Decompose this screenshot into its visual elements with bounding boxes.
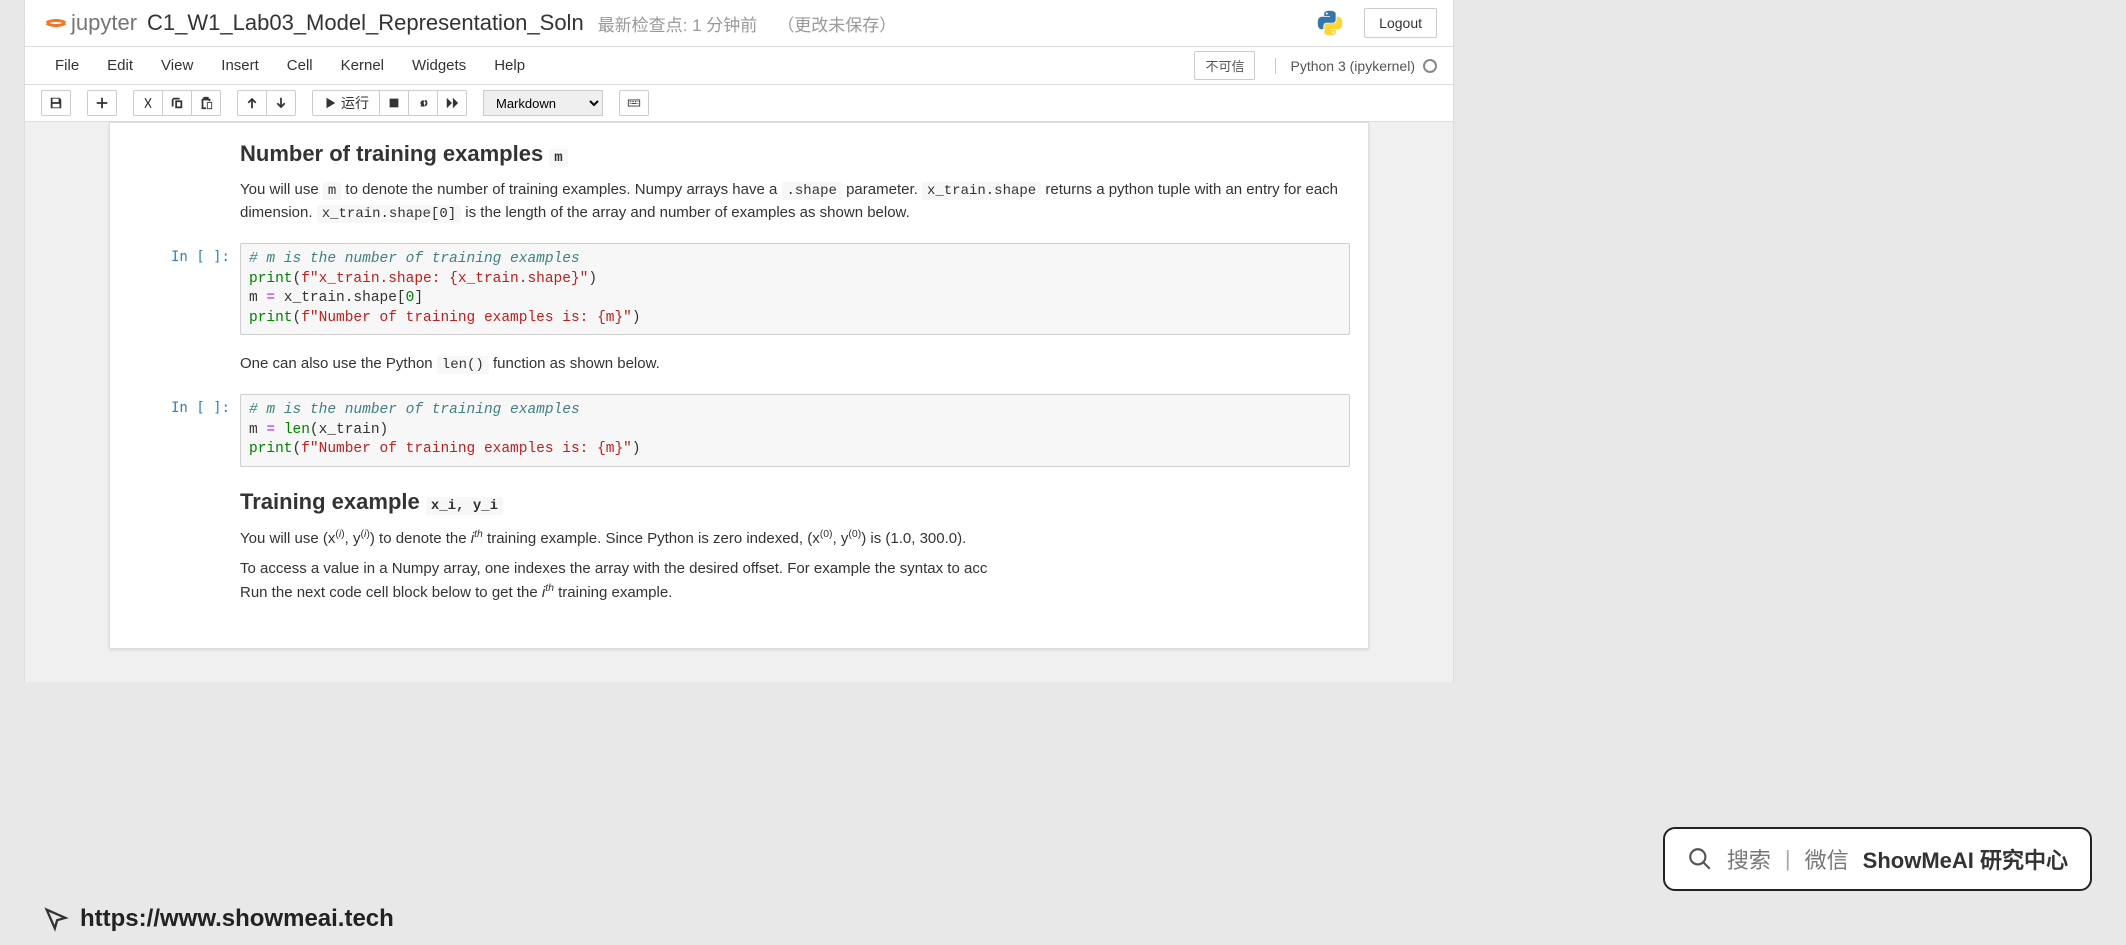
paste-button[interactable] bbox=[191, 90, 221, 116]
toolbar: 运行 Markdown bbox=[25, 85, 1453, 122]
move-up-button[interactable] bbox=[237, 90, 267, 116]
arrow-down-icon bbox=[274, 96, 288, 110]
inline-code: x_i, y_i bbox=[426, 497, 503, 515]
arrow-up-icon bbox=[245, 96, 259, 110]
move-down-button[interactable] bbox=[266, 90, 296, 116]
inline-code: len() bbox=[437, 356, 489, 374]
stop-icon bbox=[387, 96, 401, 110]
menu-edit[interactable]: Edit bbox=[93, 49, 147, 82]
inline-code: m bbox=[323, 182, 341, 200]
kernel-status-icon[interactable] bbox=[1423, 59, 1437, 73]
paragraph: You will use m to denote the number of t… bbox=[240, 179, 1340, 225]
paste-icon bbox=[199, 96, 213, 110]
menu-widgets[interactable]: Widgets bbox=[398, 49, 480, 82]
code-cell[interactable]: In [ ]: # m is the number of training ex… bbox=[110, 239, 1368, 339]
cut-button[interactable] bbox=[133, 90, 163, 116]
trust-button[interactable]: 不可信 bbox=[1194, 51, 1255, 80]
logout-button[interactable]: Logout bbox=[1364, 8, 1437, 38]
menu-insert[interactable]: Insert bbox=[207, 49, 273, 82]
heading-training-example: Training example x_i, y_i bbox=[240, 489, 1368, 515]
run-button-label: 运行 bbox=[341, 93, 369, 113]
notebook-area[interactable]: Number of training examples m You will u… bbox=[25, 122, 1453, 682]
save-icon bbox=[49, 96, 63, 110]
run-button[interactable]: 运行 bbox=[312, 90, 380, 116]
menu-file[interactable]: File bbox=[41, 49, 93, 82]
input-prompt: In [ ]: bbox=[110, 243, 240, 335]
header: jupyter C1_W1_Lab03_Model_Representation… bbox=[25, 0, 1453, 47]
menu-cell[interactable]: Cell bbox=[273, 49, 327, 82]
cell-type-select[interactable]: Markdown bbox=[483, 90, 603, 116]
save-button[interactable] bbox=[41, 90, 71, 116]
refresh-icon bbox=[416, 96, 430, 110]
interrupt-button[interactable] bbox=[379, 90, 409, 116]
code-cell[interactable]: In [ ]: # m is the number of training ex… bbox=[110, 390, 1368, 471]
menu-help[interactable]: Help bbox=[480, 49, 539, 82]
search-icon bbox=[1687, 846, 1713, 872]
code-input[interactable]: # m is the number of training examples m… bbox=[240, 394, 1350, 467]
notebook-title[interactable]: C1_W1_Lab03_Model_Representation_Soln bbox=[147, 10, 584, 36]
insert-cell-button[interactable] bbox=[87, 90, 117, 116]
markdown-cell[interactable]: One can also use the Python len() functi… bbox=[110, 339, 1368, 390]
kernel-indicator: Python 3 (ipykernel) bbox=[1275, 58, 1437, 74]
cursor-icon bbox=[42, 905, 70, 933]
menu-view[interactable]: View bbox=[147, 49, 207, 82]
notebook-inner: Number of training examples m You will u… bbox=[109, 122, 1369, 649]
menubar: File Edit View Insert Cell Kernel Widget… bbox=[25, 47, 1453, 85]
input-prompt: In [ ]: bbox=[110, 394, 240, 467]
keyboard-icon bbox=[627, 96, 641, 110]
fast-forward-icon bbox=[445, 96, 459, 110]
checkpoint-status: 最新检查点: 1 分钟前 bbox=[598, 11, 758, 36]
code-input[interactable]: # m is the number of training examples p… bbox=[240, 243, 1350, 335]
inline-code: x_train.shape bbox=[922, 182, 1041, 200]
inline-code: .shape bbox=[782, 182, 842, 200]
python-icon bbox=[1316, 9, 1344, 37]
heading-number-of-examples: Number of training examples m bbox=[240, 141, 1368, 167]
inline-code-m: m bbox=[549, 149, 567, 167]
copy-icon bbox=[170, 96, 184, 110]
restart-button[interactable] bbox=[408, 90, 438, 116]
paragraph: You will use (x(i), y(i)) to denote the … bbox=[240, 527, 1340, 551]
restart-run-all-button[interactable] bbox=[437, 90, 467, 116]
jupyter-logo[interactable]: jupyter bbox=[41, 10, 137, 36]
paragraph: To access a value in a Numpy array, one … bbox=[240, 558, 1340, 604]
watermark-url: https://www.showmeai.tech bbox=[42, 905, 394, 933]
plus-icon bbox=[95, 96, 109, 110]
play-icon bbox=[323, 96, 337, 110]
jupyter-icon bbox=[41, 11, 65, 35]
copy-button[interactable] bbox=[162, 90, 192, 116]
menu-kernel[interactable]: Kernel bbox=[327, 49, 398, 82]
autosave-status: （更改未保存） bbox=[777, 11, 896, 36]
paragraph: One can also use the Python len() functi… bbox=[240, 353, 1340, 376]
command-palette-button[interactable] bbox=[619, 90, 649, 116]
inline-code: x_train.shape[0] bbox=[317, 205, 461, 223]
watermark-search-banner: 搜索 | 微信 ShowMeAI 研究中心 bbox=[1663, 827, 2092, 891]
markdown-cell[interactable]: Training example x_i, y_i You will use (… bbox=[110, 471, 1368, 619]
kernel-name[interactable]: Python 3 (ipykernel) bbox=[1290, 58, 1415, 74]
jupyter-logo-text: jupyter bbox=[71, 10, 137, 36]
markdown-cell[interactable]: Number of training examples m You will u… bbox=[110, 123, 1368, 239]
scissors-icon bbox=[141, 96, 155, 110]
